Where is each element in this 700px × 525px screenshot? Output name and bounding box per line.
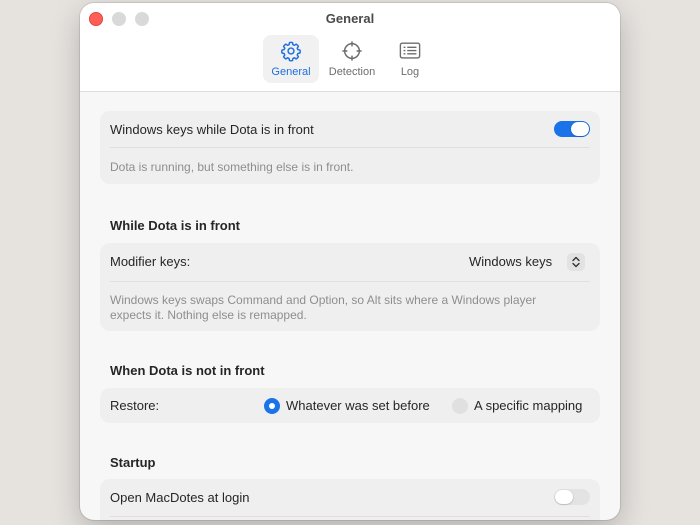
section-heading-not-front: When Dota is not in front: [110, 363, 265, 378]
modifier-keys-card: Modifier keys: Windows keys Windows keys…: [100, 243, 600, 331]
list-icon: [399, 42, 421, 59]
restore-label: Restore:: [110, 398, 160, 413]
window-title: General: [325, 11, 375, 26]
up-down-chevron-icon: [567, 253, 585, 271]
windows-keys-card: Windows keys while Dota is in front Dota…: [100, 111, 600, 184]
tab-detection-label: Detection: [328, 66, 376, 78]
tab-general-label: General: [271, 66, 311, 78]
preferences-window: General General Detection Log Windows ke…: [80, 3, 620, 520]
radio-specific-mapping-label[interactable]: A specific mapping: [474, 398, 582, 413]
radio-whatever-before-label[interactable]: Whatever was set before: [286, 398, 430, 413]
crosshair-icon: [342, 41, 362, 61]
section-heading-startup: Startup: [110, 455, 156, 470]
windows-keys-label: Windows keys while Dota is in front: [110, 122, 314, 137]
section-heading-front: While Dota is in front: [110, 218, 240, 233]
modifier-keys-popup[interactable]: Windows keys: [460, 249, 592, 275]
tab-log[interactable]: Log: [388, 35, 432, 83]
divider: [110, 516, 590, 517]
gear-icon: [281, 41, 301, 62]
modifier-keys-label: Modifier keys:: [110, 254, 191, 269]
windows-keys-toggle[interactable]: [554, 121, 590, 137]
tab-general[interactable]: General: [263, 35, 319, 83]
title-bar: General General Detection Log: [80, 3, 620, 92]
open-at-login-label: Open MacDotes at login: [110, 490, 250, 505]
tab-log-label: Log: [400, 66, 420, 78]
open-at-login-toggle[interactable]: [554, 489, 590, 505]
modifier-keys-value: Windows keys: [469, 254, 553, 269]
divider: [110, 281, 590, 282]
dota-status-text: Dota is running, but something else is i…: [110, 160, 354, 174]
divider: [110, 147, 590, 148]
radio-whatever-before[interactable]: [264, 398, 280, 414]
restore-card: Restore: Whatever was set before A speci…: [100, 388, 600, 423]
modifier-description-line2: expects it. Nothing else is remapped.: [110, 308, 307, 322]
radio-specific-mapping[interactable]: [452, 398, 468, 414]
startup-card: Open MacDotes at login: [100, 479, 600, 520]
tab-detection[interactable]: Detection: [320, 35, 384, 83]
modifier-description-line1: Windows keys swaps Command and Option, s…: [110, 293, 537, 307]
